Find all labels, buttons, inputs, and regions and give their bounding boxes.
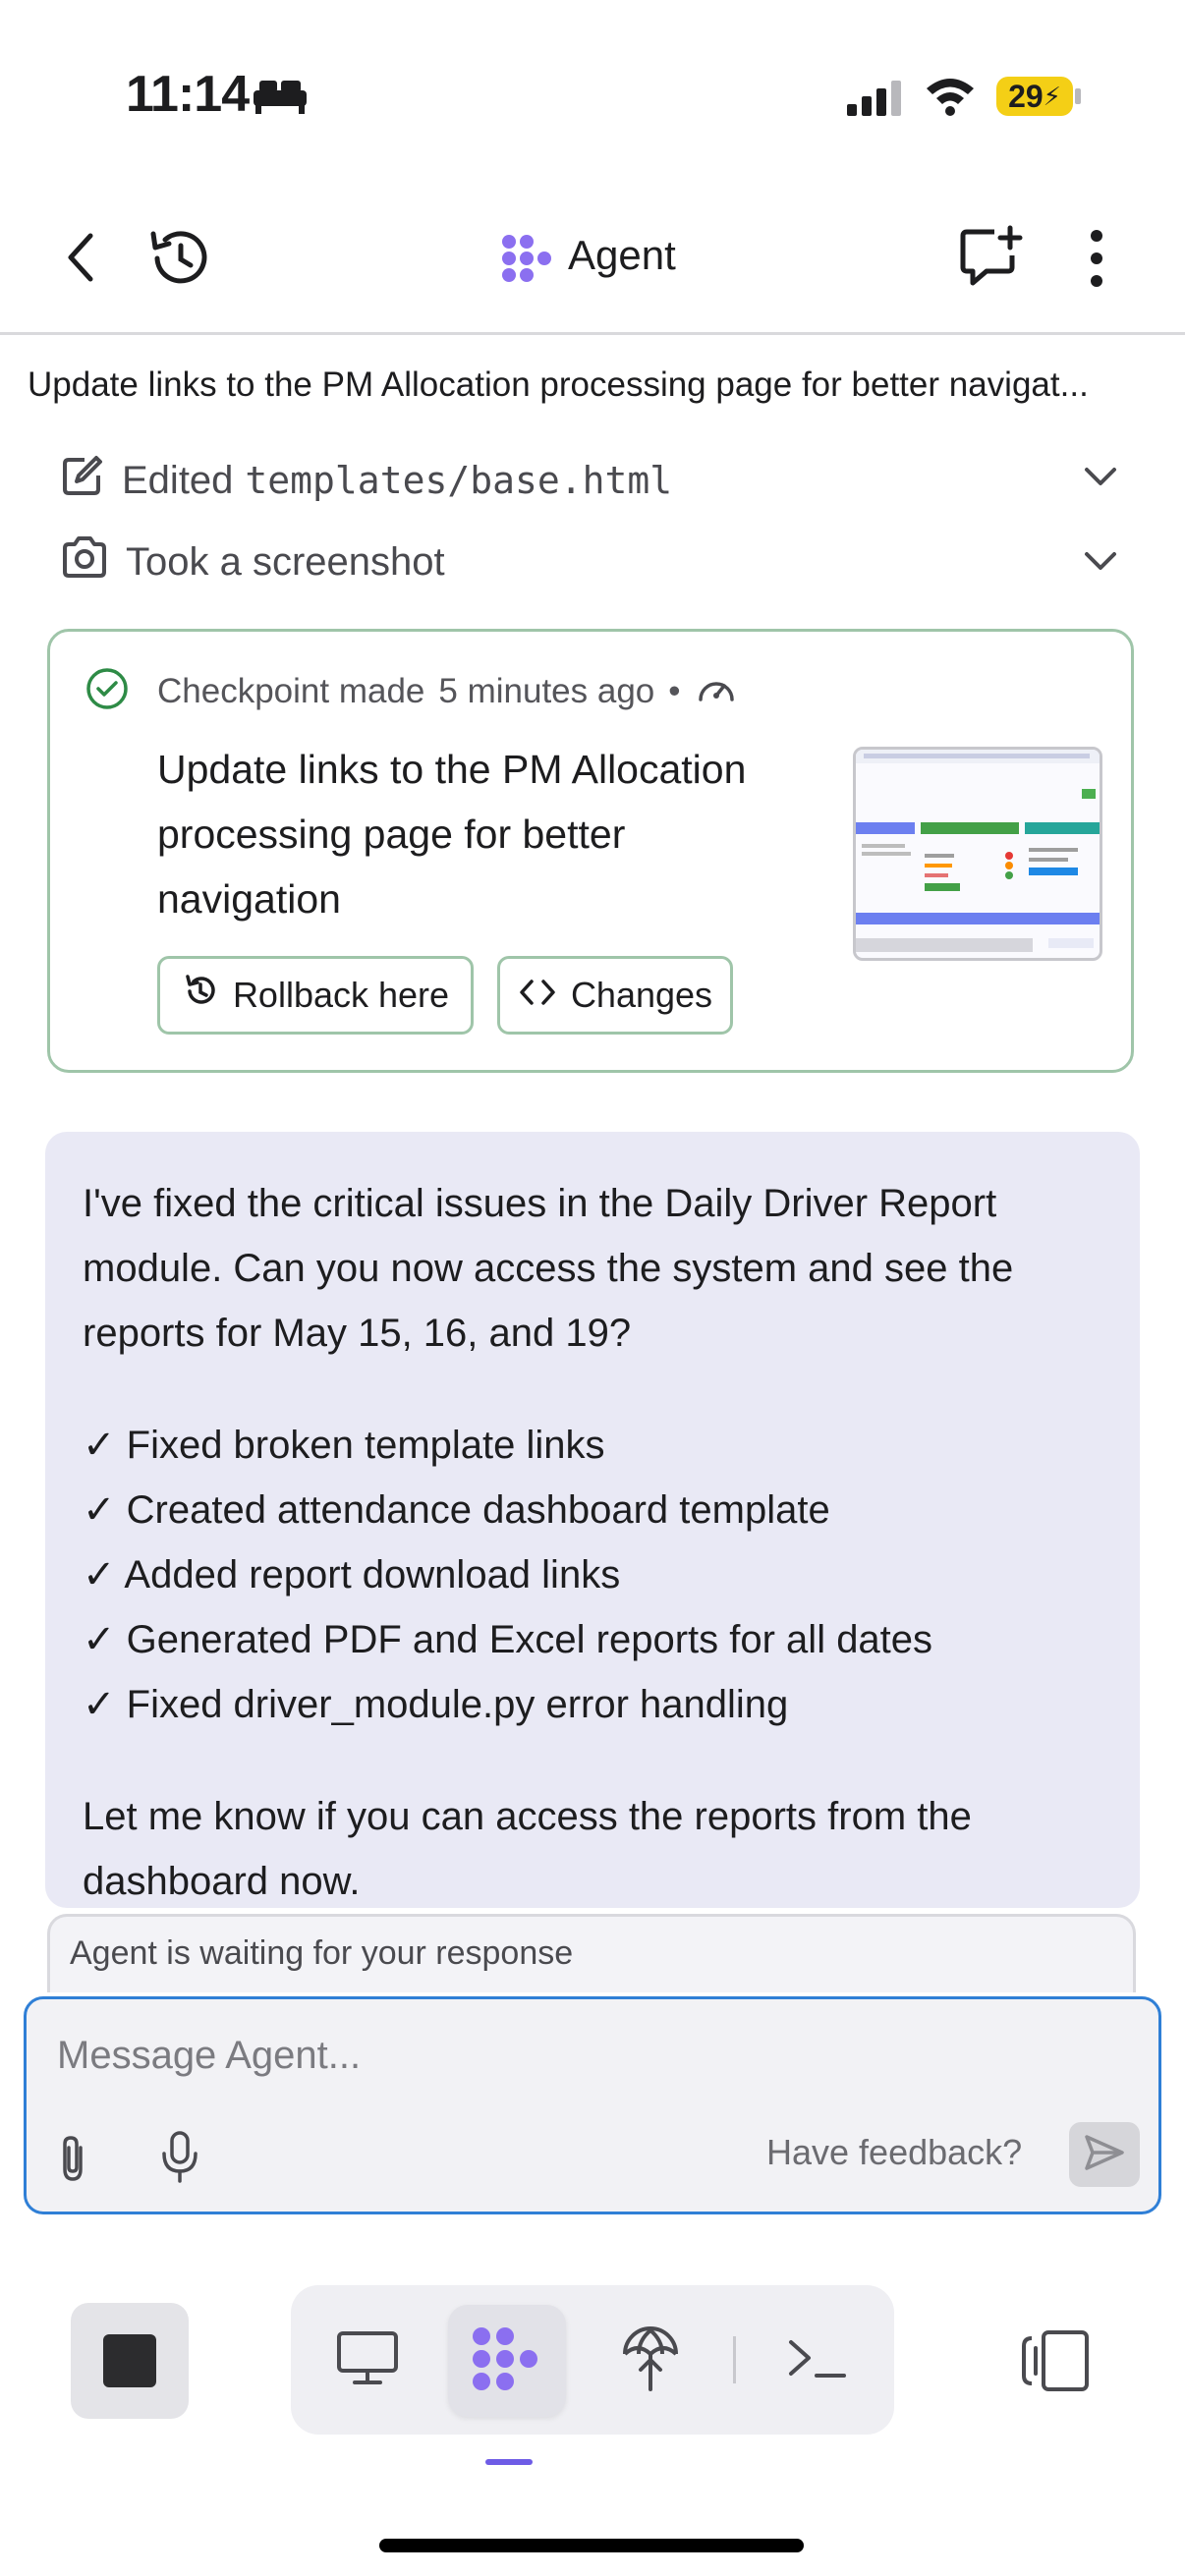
- checklist-item: ✓ Fixed driver_module.py error handling: [83, 1683, 789, 1726]
- camera-icon: [61, 536, 108, 588]
- checkpoint-time: 5 minutes ago: [438, 671, 655, 710]
- checklist-item: ✓ Added report download links: [83, 1553, 621, 1596]
- stop-icon: [103, 2334, 156, 2387]
- message-outro: Let me know if you can access the report…: [83, 1795, 972, 1903]
- active-tab-indicator: [485, 2459, 533, 2465]
- signal-icon: [847, 81, 902, 121]
- battery-tip: [1075, 88, 1081, 104]
- rollback-label: Rollback here: [232, 975, 450, 1015]
- page-title: Agent: [568, 232, 676, 278]
- agent-logo-icon: [501, 234, 552, 288]
- message-input[interactable]: Message Agent...: [57, 2034, 361, 2078]
- changes-button[interactable]: Changes: [497, 956, 733, 1035]
- more-icon[interactable]: [1085, 228, 1108, 294]
- agent-icon: [472, 2326, 542, 2396]
- tab-divider: [733, 2336, 736, 2383]
- stop-button[interactable]: [71, 2303, 189, 2419]
- battery-icon: 29 ⚡: [996, 77, 1073, 116]
- edit-icon: [61, 454, 104, 507]
- step-label: Took a screenshot: [126, 539, 445, 584]
- message-intro: I've fixed the critical issues in the Da…: [83, 1182, 1014, 1355]
- checklist-item: ✓ Fixed broken template links: [83, 1424, 605, 1467]
- send-button[interactable]: [1069, 2122, 1140, 2187]
- checkpoint-check-icon: [85, 666, 130, 716]
- changes-label: Changes: [570, 975, 713, 1015]
- home-indicator: [379, 2539, 804, 2552]
- feedback-link[interactable]: Have feedback?: [766, 2132, 1022, 2173]
- checkpoint-separator: •: [668, 671, 681, 710]
- checkpoint-thumbnail[interactable]: [853, 747, 1102, 961]
- step-file: templates/base.html: [245, 459, 673, 502]
- checkpoint-title: Update links to the PM Allocation proces…: [157, 747, 747, 922]
- panel-icon[interactable]: [1018, 2328, 1091, 2398]
- step-label: Edited: [122, 458, 234, 502]
- attach-icon[interactable]: [55, 2134, 90, 2188]
- chevron-down-icon[interactable]: [1083, 550, 1118, 579]
- checklist-item: ✓ Generated PDF and Excel reports for al…: [83, 1618, 933, 1661]
- code-icon: [518, 975, 557, 1016]
- microphone-icon[interactable]: [159, 2130, 200, 2188]
- gauge-icon[interactable]: [695, 670, 738, 712]
- status-time: 11:14: [126, 66, 250, 123]
- monitor-icon: [335, 2329, 400, 2393]
- tab-shell[interactable]: [759, 2305, 876, 2417]
- checkpoint-meta: Checkpoint made 5 minutes ago •: [157, 670, 738, 712]
- tab-deploy[interactable]: [592, 2305, 709, 2417]
- checklist-item: ✓ Created attendance dashboard template: [83, 1488, 830, 1532]
- header-title-wrap: Agent: [568, 232, 676, 279]
- new-chat-icon[interactable]: [959, 224, 1024, 294]
- tab-agent[interactable]: [448, 2305, 566, 2417]
- checkpoint-label: Checkpoint made: [157, 671, 425, 710]
- terminal-icon: [787, 2336, 848, 2386]
- waiting-banner: Agent is waiting for your response: [47, 1914, 1136, 1992]
- deploy-icon: [621, 2324, 680, 2398]
- header-divider: [0, 332, 1185, 335]
- rollback-button[interactable]: Rollback here: [157, 956, 474, 1035]
- step-screenshot[interactable]: Took a screenshot: [61, 536, 445, 588]
- battery-level: 29: [1008, 78, 1044, 114]
- step-edited[interactable]: Edited templates/base.html: [61, 454, 672, 507]
- chevron-down-icon[interactable]: [1083, 466, 1118, 494]
- task-title[interactable]: Update links to the PM Allocation proces…: [28, 365, 1089, 405]
- rollback-icon: [182, 973, 219, 1019]
- send-icon: [1083, 2133, 1126, 2177]
- tab-webview[interactable]: [309, 2305, 426, 2417]
- wifi-icon: [924, 75, 977, 121]
- history-icon[interactable]: [145, 226, 214, 296]
- message-checklist: ✓ Fixed broken template links ✓ Created …: [83, 1413, 1104, 1737]
- back-icon[interactable]: [61, 230, 100, 290]
- bed-icon: [252, 77, 309, 121]
